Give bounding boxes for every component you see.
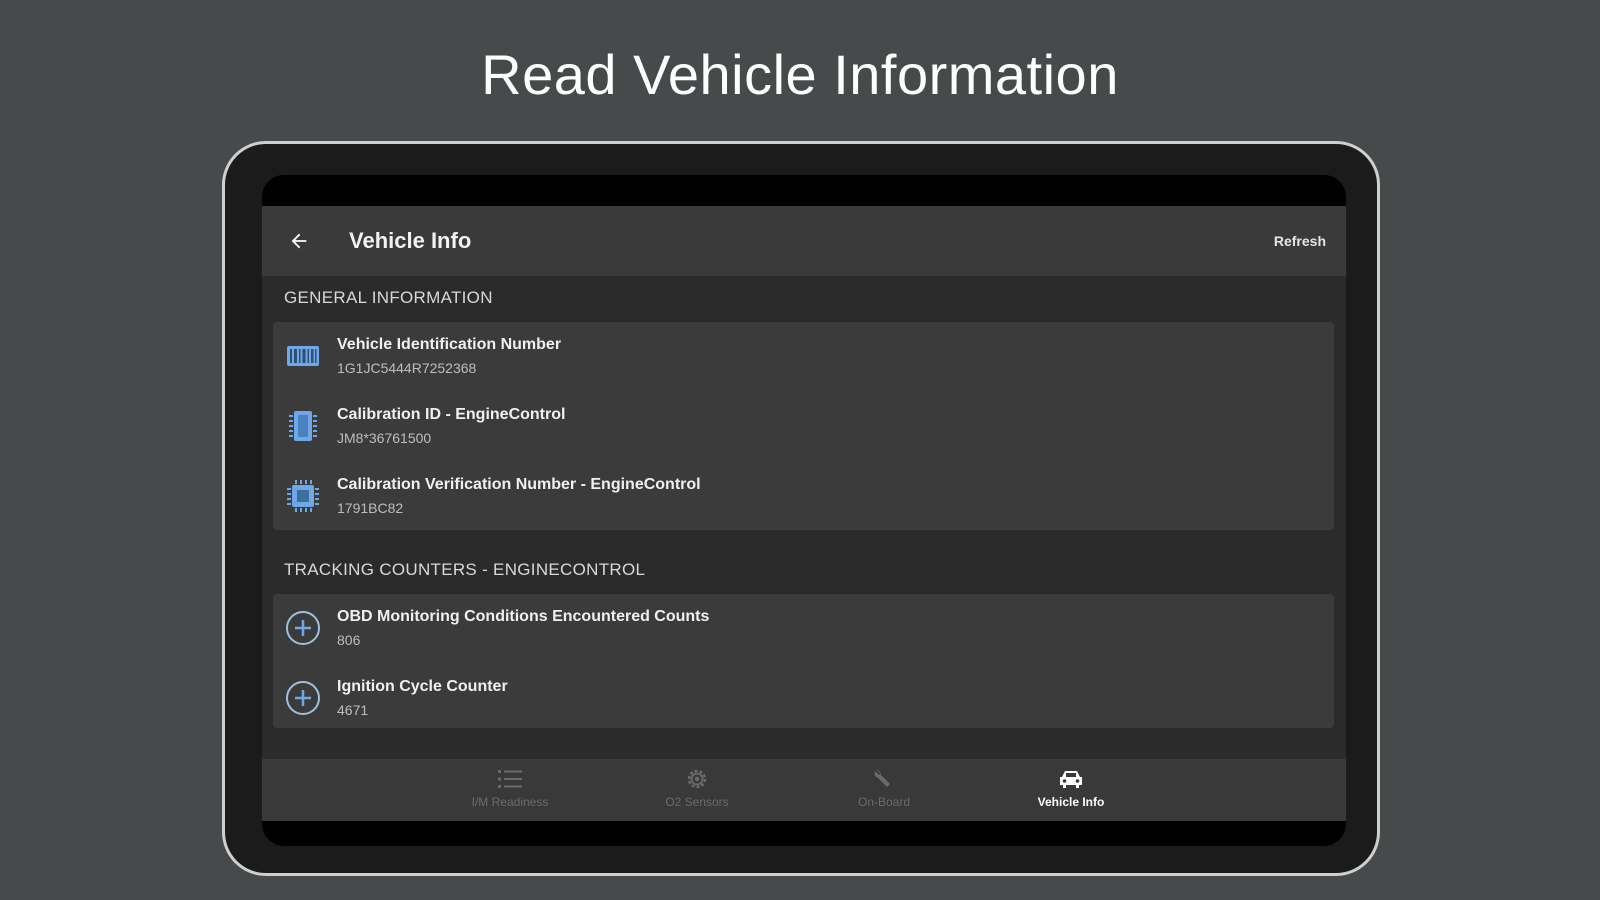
item-value: 806 — [337, 632, 361, 648]
memory-chip-icon — [285, 408, 321, 444]
car-icon — [991, 765, 1151, 793]
plus-circle-icon[interactable] — [285, 680, 321, 716]
tab-vehicle-info[interactable]: Vehicle Info — [991, 765, 1151, 817]
item-value: JM8*36761500 — [337, 430, 432, 446]
tab-label: On-Board — [857, 795, 911, 809]
headline: Read Vehicle Information — [481, 43, 1119, 106]
section-title-tracking: TRACKING COUNTERS - ENGINECONTROL — [284, 560, 646, 579]
item-label: Ignition Cycle Counter — [337, 678, 508, 695]
arrow-left-icon — [291, 233, 307, 249]
refresh-button[interactable]: Refresh — [1274, 233, 1326, 249]
item-value: 1G1JC5444R7252368 — [337, 360, 477, 376]
list-item-vin[interactable]: Vehicle Identification Number 1G1JC5444R… — [273, 322, 1334, 392]
bottom-navigation: I/M Readiness O2 Sensors On-Board Vehicl… — [262, 759, 1346, 821]
tab-im-readiness[interactable]: I/M Readiness — [430, 765, 590, 817]
tab-o2-sensors[interactable]: O2 Sensors — [617, 765, 777, 817]
tab-on-board[interactable]: On-Board — [804, 765, 964, 817]
list-icon — [430, 765, 590, 793]
app-bar: Vehicle Info Refresh — [262, 206, 1346, 276]
item-value: 4671 — [337, 702, 369, 718]
item-label: Calibration Verification Number - Engine… — [337, 476, 701, 493]
tablet-screen: Vehicle Info Refresh GENERAL INFORMATION — [262, 175, 1346, 846]
tab-label: Vehicle Info — [1037, 795, 1105, 809]
item-label: Vehicle Identification Number — [337, 336, 562, 353]
section-title-general: GENERAL INFORMATION — [284, 288, 493, 307]
item-label: OBD Monitoring Conditions Encountered Co… — [337, 608, 710, 625]
general-info-card: Vehicle Identification Number 1G1JC5444R… — [273, 322, 1334, 530]
tablet-frame: Vehicle Info Refresh GENERAL INFORMATION — [222, 141, 1380, 876]
tab-label: O2 Sensors — [665, 795, 729, 809]
content-area: GENERAL INFORMATION Vehicle Identificati… — [262, 276, 1346, 744]
app-window: Vehicle Info Refresh GENERAL INFORMATION — [262, 206, 1346, 821]
list-item-obd-monitoring[interactable]: OBD Monitoring Conditions Encountered Co… — [273, 594, 1334, 664]
list-item-calibration-id[interactable]: Calibration ID - EngineControl JM8*36761… — [273, 392, 1334, 462]
back-button[interactable] — [284, 226, 314, 256]
list-item-ignition-cycle[interactable]: Ignition Cycle Counter 4671 — [273, 664, 1334, 734]
processor-icon — [285, 478, 321, 514]
item-value: 1791BC82 — [337, 500, 404, 516]
barcode-icon — [285, 338, 321, 374]
item-label: Calibration ID - EngineControl — [337, 406, 566, 423]
wrench-icon — [804, 765, 964, 793]
tab-label: I/M Readiness — [471, 795, 549, 809]
page-title: Vehicle Info — [349, 228, 472, 253]
tracking-counters-card: OBD Monitoring Conditions Encountered Co… — [273, 594, 1334, 728]
gear-icon — [617, 765, 777, 793]
plus-circle-icon[interactable] — [285, 610, 321, 646]
list-item-cvn[interactable]: Calibration Verification Number - Engine… — [273, 462, 1334, 532]
